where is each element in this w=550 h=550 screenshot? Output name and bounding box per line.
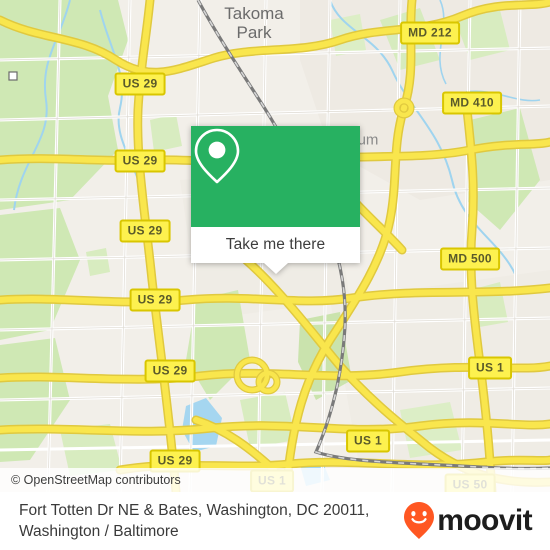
take-me-there-button[interactable]: Take me there bbox=[191, 227, 360, 263]
callout-pin-panel bbox=[191, 126, 360, 227]
shield-us-29-2[interactable]: US 29 bbox=[114, 149, 166, 173]
shield-md-500[interactable]: MD 500 bbox=[440, 247, 500, 271]
location-callout-card[interactable]: Take me there bbox=[191, 126, 360, 274]
shield-us-29-5[interactable]: US 29 bbox=[144, 359, 196, 383]
take-me-there-label: Take me there bbox=[225, 236, 326, 253]
footer-bar: Fort Totten Dr NE & Bates, Washington, D… bbox=[0, 492, 550, 550]
moovit-smiley-pin-icon bbox=[404, 502, 435, 539]
map-attribution-bar: © OpenStreetMap contributors bbox=[0, 468, 550, 492]
moovit-map-screenshot: Takoma Park um US 29 US 29 US 29 US 29 U… bbox=[0, 0, 550, 550]
map-pin-icon bbox=[194, 128, 240, 184]
place-label-takoma-park: Takoma Park bbox=[224, 4, 284, 42]
attribution-text[interactable]: © OpenStreetMap contributors bbox=[11, 473, 181, 487]
place-label-museum-partial: um bbox=[357, 131, 379, 149]
location-caption: Fort Totten Dr NE & Bates, Washington, D… bbox=[19, 502, 370, 540]
shield-us-29-3[interactable]: US 29 bbox=[119, 219, 171, 243]
shield-us-1-3[interactable]: US 1 bbox=[346, 429, 390, 453]
shield-us-29-4[interactable]: US 29 bbox=[129, 288, 181, 312]
shield-us-29-1[interactable]: US 29 bbox=[114, 72, 166, 96]
shield-us-1-1[interactable]: US 1 bbox=[468, 356, 512, 380]
callout-pointer bbox=[263, 263, 288, 274]
moovit-wordmark: moovit bbox=[437, 504, 532, 537]
shield-md-212[interactable]: MD 212 bbox=[400, 21, 460, 45]
map-canvas[interactable]: Takoma Park um US 29 US 29 US 29 US 29 U… bbox=[0, 0, 550, 492]
shield-md-410[interactable]: MD 410 bbox=[442, 91, 502, 115]
moovit-logo[interactable]: moovit bbox=[402, 501, 538, 541]
